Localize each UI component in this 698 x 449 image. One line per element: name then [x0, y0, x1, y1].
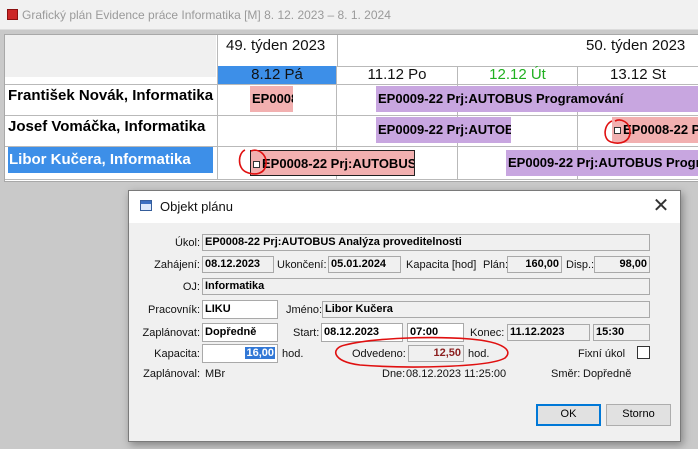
day-header-tue[interactable]: 12.12 Út — [458, 66, 577, 84]
smer-value: Dopředně — [583, 368, 632, 380]
konec-date-field: 11.12.2023 — [507, 324, 590, 341]
pracovnik-label: Pracovník: — [148, 304, 200, 316]
kapacita-hod-label: Kapacita [hod] — [406, 259, 477, 271]
odvedeno-field: 12,50 — [408, 345, 464, 362]
konec-label: Konec: — [470, 327, 505, 339]
disp-label: Disp.: — [566, 259, 595, 271]
oj-label: OJ: — [182, 281, 200, 293]
jmeno-label: Jméno: — [286, 304, 323, 316]
dialog-titlebar: Objekt plánu ✕ — [129, 191, 680, 223]
task-marker-icon — [253, 161, 260, 168]
start-time-input[interactable]: 07:00 — [407, 323, 464, 342]
resource-row-label-selected[interactable]: Libor Kučera, Informatika — [8, 147, 213, 173]
gantt-task-bar[interactable]: EP0009-22 Prj:AUTOBUS — [376, 117, 511, 143]
window-titlebar: Grafický plán Evidence práce Informatika… — [0, 0, 698, 30]
zaplanoval-label: Zaplánoval: — [143, 368, 200, 380]
gantt-task-bar[interactable]: EP0008 — [250, 86, 293, 112]
day-header-mon[interactable]: 11.12 Po — [337, 66, 457, 84]
zaplanoval-value: MBr — [205, 368, 226, 380]
gantt-task-bar-label: EP0008-22 Prj — [623, 122, 698, 137]
cancel-button[interactable]: Storno — [606, 404, 671, 426]
form-icon — [140, 200, 152, 211]
ok-button[interactable]: OK — [536, 404, 601, 426]
fixni-ukol-label: Fixní úkol — [578, 348, 626, 360]
gantt-task-bar[interactable]: EP0009-22 Prj:AUTOBUS Programování — [506, 150, 698, 176]
ukonceni-label: Ukončení: — [277, 259, 327, 271]
odvedeno-label: Odvedeno: — [352, 348, 406, 360]
start-date-input[interactable]: 08.12.2023 — [321, 323, 403, 342]
odvedeno-unit: hod. — [468, 348, 490, 360]
plan-field: 160,00 — [507, 256, 562, 273]
kapacita-input[interactable]: 16,00 — [202, 344, 278, 363]
gantt-corner-header — [5, 35, 216, 77]
dne-value: 08.12.2023 11:25:00 — [406, 368, 507, 380]
gantt-task-bar-label: EP0008-22 Prj:AUTOBUS — [262, 156, 415, 171]
ukol-label: Úkol: — [174, 237, 200, 249]
resource-row-label[interactable]: Josef Vomáčka, Informatika — [8, 116, 214, 138]
zahajeni-label: Zahájení: — [154, 259, 200, 271]
dne-label: Dne: — [382, 368, 406, 380]
smer-label: Směr: — [551, 368, 581, 380]
pracovnik-input[interactable]: LIKU — [202, 300, 278, 319]
kapacita-value-selected: 16,00 — [245, 347, 275, 359]
day-header-fri[interactable]: 8.12 Pá — [218, 66, 336, 84]
konec-time-field: 15:30 — [593, 324, 650, 341]
start-label: Start: — [293, 327, 320, 339]
zaplanovat-select[interactable]: Dopředně — [202, 323, 278, 342]
kapacita-label: Kapacita: — [154, 348, 200, 360]
plan-label: Plán: — [483, 259, 509, 271]
ukonceni-field: 05.01.2024 — [328, 256, 401, 273]
gantt-task-bar-selected[interactable]: EP0008-22 Prj:AUTOBUS — [250, 150, 415, 176]
app-icon — [7, 9, 18, 20]
task-marker-icon — [614, 127, 621, 134]
week-header-50: 50. týden 2023 — [586, 37, 686, 54]
zaplanovat-label: Zaplánovat: — [142, 327, 200, 339]
disp-field: 98,00 — [594, 256, 650, 273]
oj-field: Informatika — [202, 278, 650, 295]
ukol-field: EP0008-22 Prj:AUTOBUS Analýza proveditel… — [202, 234, 650, 251]
day-header-wed[interactable]: 13.12 St — [578, 66, 698, 84]
jmeno-field: Libor Kučera — [322, 301, 650, 318]
gantt-task-bar[interactable]: EP0008-22 Prj — [612, 117, 698, 143]
zahajeni-field: 08.12.2023 — [202, 256, 274, 273]
week-header-49: 49. týden 2023 — [226, 37, 326, 54]
fixni-ukol-checkbox[interactable] — [637, 346, 650, 359]
resource-row-label[interactable]: František Novák, Informatika — [8, 85, 214, 107]
gantt-task-bar[interactable]: EP0009-22 Prj:AUTOBUS Programování — [376, 86, 698, 112]
object-plan-dialog: Objekt plánu ✕ Úkol: EP0008-22 Prj:AUTOB… — [128, 190, 681, 442]
kapacita-unit: hod. — [282, 348, 304, 360]
dialog-title: Objekt plánu — [160, 199, 233, 214]
window-title: Grafický plán Evidence práce Informatika… — [22, 8, 391, 22]
close-icon[interactable]: ✕ — [649, 195, 673, 219]
